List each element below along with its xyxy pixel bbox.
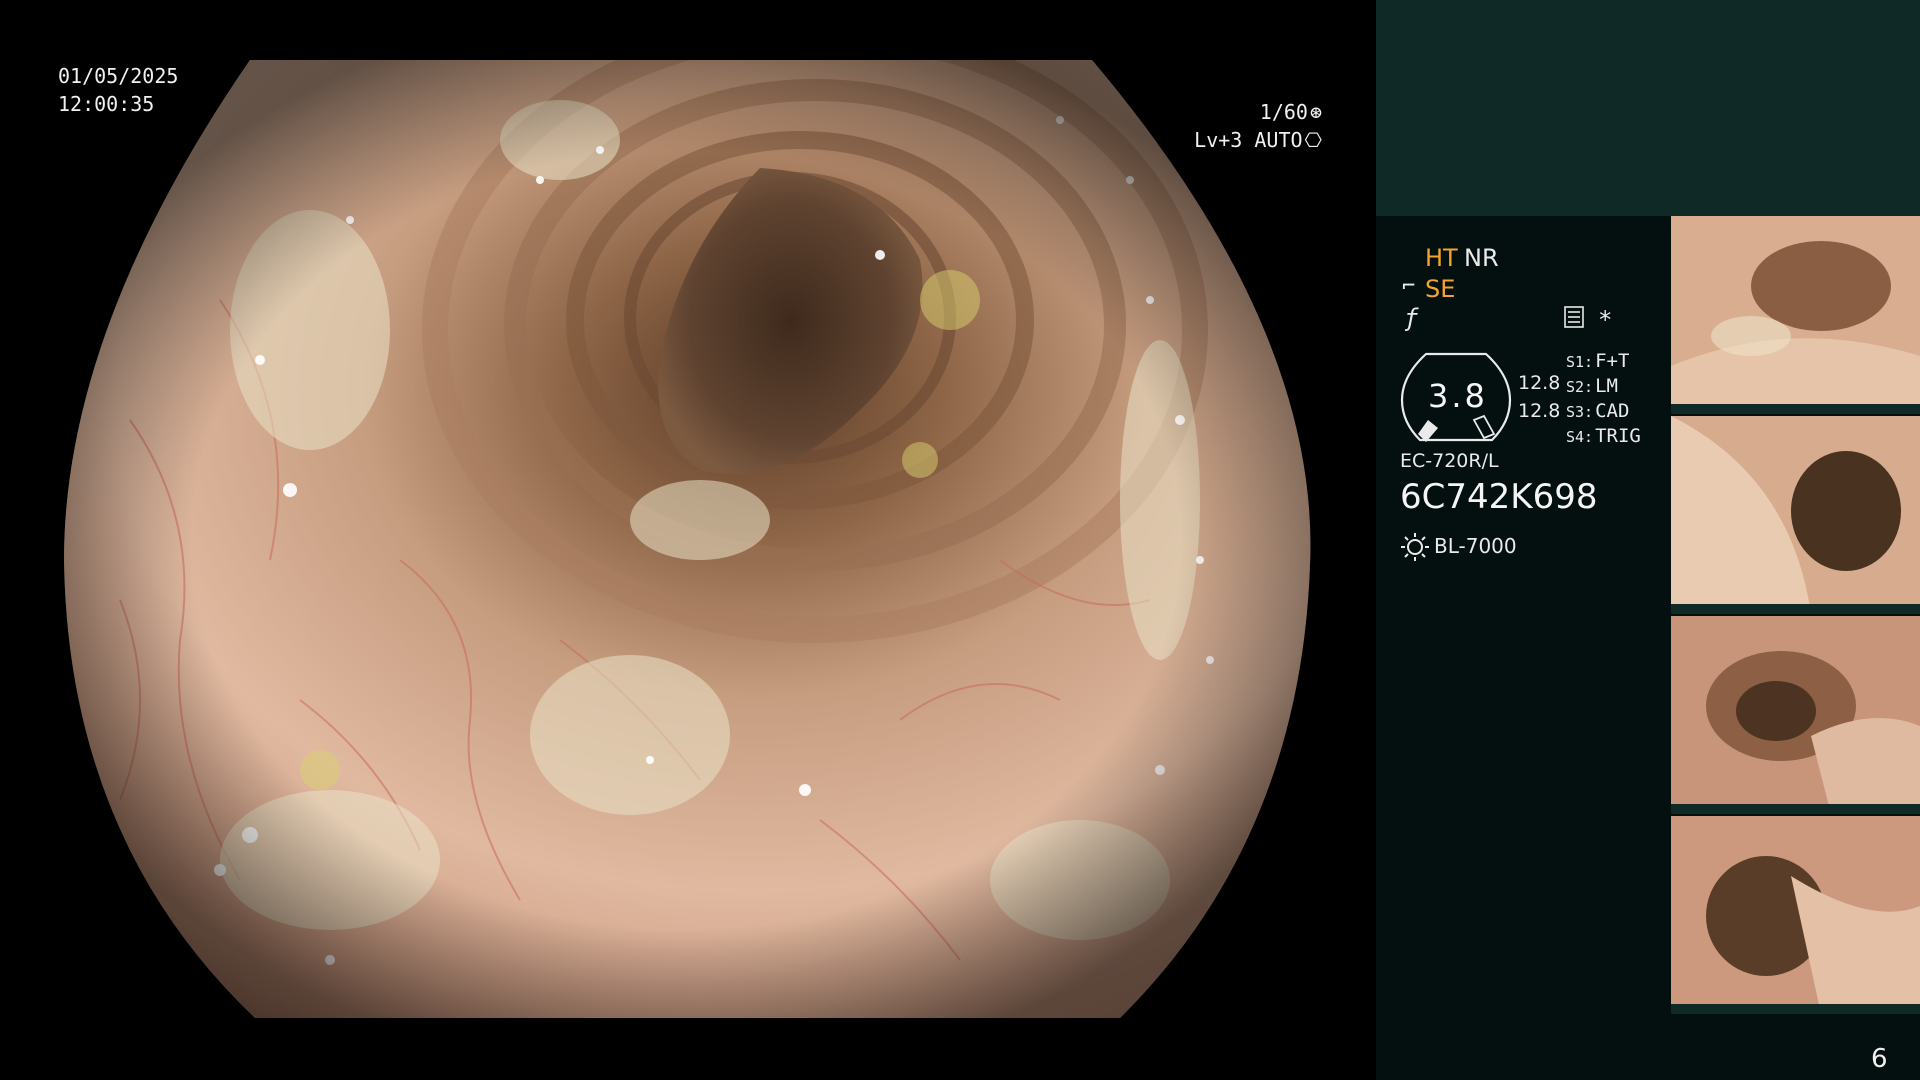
time-text: 12:00:35	[58, 92, 155, 116]
datetime-display: 01/05/2025 12:00:35	[58, 62, 178, 118]
light-source-icon	[1401, 533, 1429, 561]
scope-model-label: EC-720R/L	[1400, 450, 1499, 472]
switch-value: TRIG	[1595, 425, 1641, 447]
mode-nr-label: NR	[1464, 244, 1499, 272]
exposure-display: Lv+3 AUTO ⎔	[1194, 126, 1322, 154]
date-text: 01/05/2025	[58, 64, 179, 88]
thumbnail-3[interactable]	[1671, 616, 1920, 814]
info-panel: HT NR ⌐ SE ƒ * 3.8 12.8 12.8 S1: F+T S2: L…	[1376, 0, 1920, 1080]
switch-row-3: S3: CAD	[1566, 400, 1629, 422]
auto-iris-icon: ⎔	[1304, 128, 1322, 152]
switch-value: LM	[1595, 375, 1618, 397]
shutter-display: 1/60 ⊛	[1260, 98, 1322, 126]
menu-icon	[1564, 306, 1584, 328]
scope-icon: ⌐	[1402, 274, 1416, 299]
switch-key: S2:	[1566, 378, 1594, 396]
switch-row-2: S2: LM	[1566, 375, 1618, 397]
switch-value: F+T	[1595, 350, 1630, 372]
filter-icon: ƒ	[1404, 304, 1419, 332]
mode-se-label: SE	[1425, 275, 1456, 303]
shutter-text: 1/60	[1259, 100, 1308, 124]
switch-row-4: S4: TRIG	[1566, 425, 1641, 447]
page-number: 6	[1871, 1044, 1888, 1074]
endoscopic-image	[64, 60, 1311, 1018]
info-header-bar	[1376, 0, 1920, 216]
star-label: *	[1598, 306, 1613, 334]
switch-key: S3:	[1566, 403, 1594, 421]
gauge-sub-value-2: 12.8	[1518, 400, 1561, 422]
endoscope-view: 01/05/2025 12:00:35 1/60 ⊛ Lv+3 AUTO ⎔	[0, 0, 1372, 1080]
thumbnail-1[interactable]	[1671, 216, 1920, 414]
thumbnail-2[interactable]	[1671, 416, 1920, 614]
thumbnail-4[interactable]	[1671, 816, 1920, 1014]
shutter-icon: ⊛	[1309, 100, 1322, 124]
gauge-value: 3.8	[1428, 377, 1488, 415]
light-source-label: BL-7000	[1434, 534, 1517, 558]
switch-key: S4:	[1566, 428, 1594, 446]
switch-value: CAD	[1595, 400, 1630, 422]
gauge-sub-value-1: 12.8	[1518, 372, 1561, 394]
scope-serial-number: 6C742K698	[1400, 477, 1598, 517]
exposure-text: Lv+3 AUTO	[1194, 128, 1303, 152]
switch-key: S1:	[1566, 353, 1594, 371]
switch-row-1: S1: F+T	[1566, 350, 1629, 372]
mode-ht-label: HT	[1425, 244, 1458, 272]
